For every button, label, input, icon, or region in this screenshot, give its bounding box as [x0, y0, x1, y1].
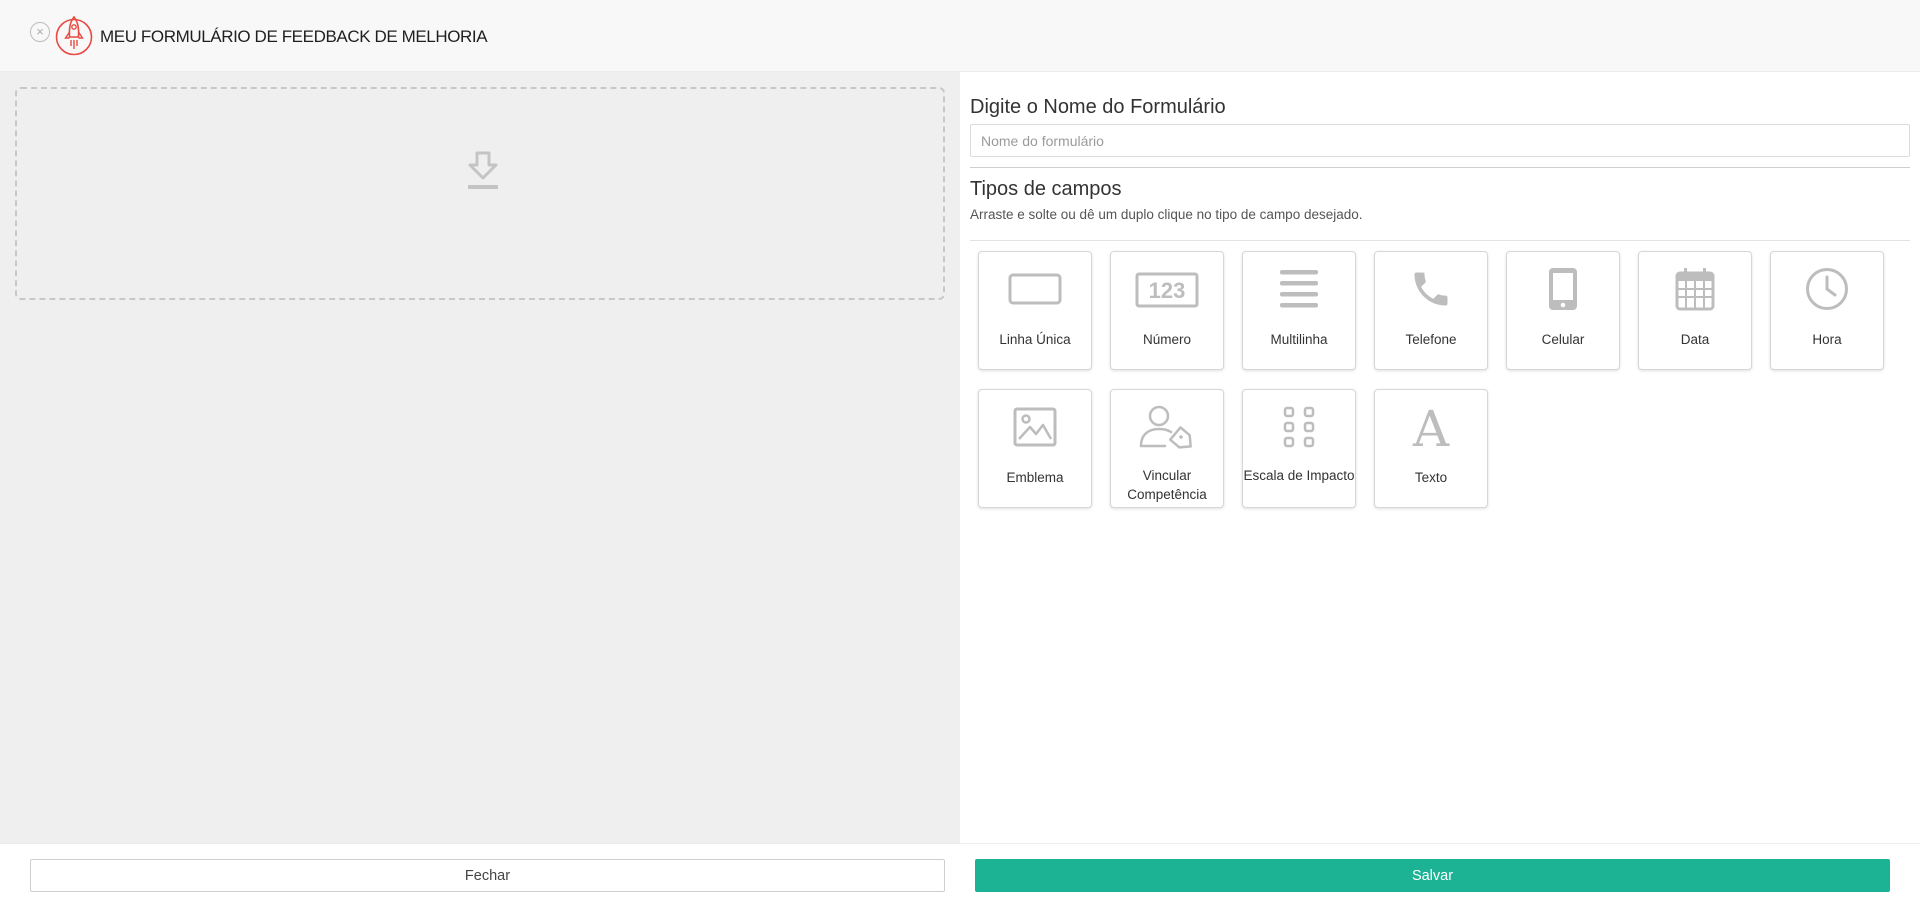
- calendar-icon: [1675, 268, 1715, 311]
- image-icon: [1013, 407, 1057, 447]
- field-types-hint: Arraste e solte ou dê um duplo clique no…: [970, 207, 1363, 222]
- field-type-single-line[interactable]: Linha Única: [978, 251, 1092, 370]
- field-type-number[interactable]: 123 Número: [1110, 251, 1224, 370]
- field-type-multiline[interactable]: Multilinha: [1242, 251, 1356, 370]
- field-type-mobile[interactable]: Celular: [1506, 251, 1620, 370]
- close-icon[interactable]: ×: [30, 22, 50, 42]
- field-type-label: Data: [1680, 332, 1710, 347]
- mobile-icon: [1549, 268, 1577, 310]
- rocket-logo-icon: [55, 15, 93, 56]
- text-icon: A: [1412, 404, 1450, 450]
- field-type-label: Número: [1142, 332, 1191, 347]
- field-type-label: Escala de Impacto: [1243, 468, 1355, 483]
- user-tag-icon: [1139, 405, 1192, 449]
- text-icon-glyph: A: [1412, 404, 1450, 450]
- field-type-label: Telefone: [1405, 332, 1457, 347]
- grid-dots-icon: [1283, 406, 1315, 448]
- number-icon: 123: [1135, 272, 1199, 308]
- phone-icon: [1414, 272, 1448, 306]
- field-type-time[interactable]: Hora: [1770, 251, 1884, 370]
- number-icon-text: 123: [1149, 278, 1186, 303]
- divider: [970, 167, 1910, 168]
- clock-icon: [1806, 268, 1848, 310]
- drop-zone[interactable]: [15, 87, 945, 300]
- field-type-label: Multilinha: [1270, 332, 1328, 347]
- field-type-label: Vincular Competência: [1127, 468, 1207, 502]
- field-types-title: Tipos de campos: [970, 178, 1122, 200]
- app-header: × MEU FORMULÁRIO DE FEEDBACK DE MELHORIA: [0, 0, 1920, 72]
- multiline-icon: [1280, 270, 1318, 308]
- field-type-impact-scale[interactable]: Escala de Impacto: [1242, 389, 1356, 508]
- download-icon: [468, 151, 498, 189]
- field-type-date[interactable]: Data: [1638, 251, 1752, 370]
- divider: [970, 240, 1910, 241]
- field-type-label: Texto: [1414, 470, 1448, 485]
- field-palette-panel: Digite o Nome do Formulário Tipos de cam…: [960, 72, 1920, 843]
- field-type-text[interactable]: A Texto: [1374, 389, 1488, 508]
- field-type-label: Celular: [1541, 332, 1585, 347]
- footer-bar: Fechar Salvar: [0, 843, 1920, 911]
- form-name-input[interactable]: [970, 124, 1910, 157]
- close-button[interactable]: Fechar: [30, 859, 945, 892]
- form-name-label: Digite o Nome do Formulário: [970, 96, 1226, 118]
- field-type-link-competency[interactable]: Vincular Competência: [1110, 389, 1224, 508]
- form-canvas: [0, 72, 960, 843]
- field-type-phone[interactable]: Telefone: [1374, 251, 1488, 370]
- field-type-badge[interactable]: Emblema: [978, 389, 1092, 508]
- save-button[interactable]: Salvar: [975, 859, 1890, 892]
- page-title: MEU FORMULÁRIO DE FEEDBACK DE MELHORIA: [100, 27, 488, 46]
- field-type-label: Linha Única: [999, 332, 1071, 347]
- field-type-label: Emblema: [1006, 470, 1064, 485]
- field-type-label: Hora: [1812, 332, 1842, 347]
- single-line-icon: [1008, 273, 1062, 305]
